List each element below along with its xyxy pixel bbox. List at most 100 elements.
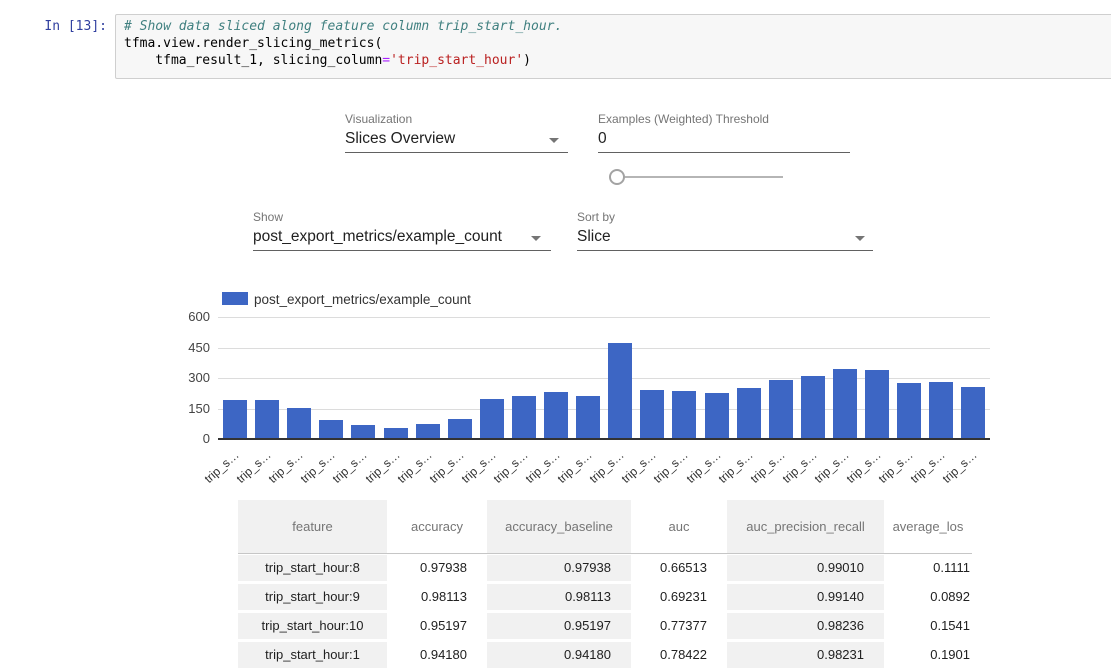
show-value: post_export_metrics/example_count (253, 228, 502, 245)
table-cell: 0.78422 (631, 642, 727, 668)
chevron-down-icon (531, 236, 541, 241)
bar[interactable] (672, 391, 696, 438)
table-cell: 0.98231 (727, 642, 884, 668)
visualization-value: Slices Overview (345, 130, 455, 147)
y-axis-tick-label: 450 (168, 340, 210, 355)
x-tick-label: trip_s… (197, 448, 242, 491)
metrics-table: featureaccuracyaccuracy_baselineaucauc_p… (238, 500, 972, 668)
bar[interactable] (769, 380, 793, 438)
x-tick-label: trip_s… (486, 448, 531, 491)
table-cell: 0.94180 (387, 642, 487, 668)
table-cell: 0.94180 (487, 642, 631, 668)
table-cell: 0.77377 (631, 613, 727, 639)
x-tick-label: trip_s… (871, 448, 916, 491)
x-tick-label: trip_s… (903, 448, 948, 491)
bar[interactable] (384, 428, 408, 438)
show-dropdown[interactable]: post_export_metrics/example_count (253, 228, 551, 252)
bar[interactable] (351, 425, 375, 438)
bar[interactable] (801, 376, 825, 438)
threshold-underline (598, 152, 850, 153)
x-tick-label: trip_s… (261, 448, 306, 491)
y-axis-tick-label: 300 (168, 370, 210, 385)
x-tick-label: trip_s… (742, 448, 787, 491)
bar[interactable] (287, 408, 311, 438)
sort-by-underline (577, 250, 873, 251)
bar[interactable] (961, 387, 985, 438)
table-cell: trip_start_hour:8 (238, 555, 387, 581)
table-cell: 0.99010 (727, 555, 884, 581)
bar[interactable] (416, 424, 440, 438)
bar[interactable] (544, 392, 568, 438)
x-tick-label: trip_s… (646, 448, 691, 491)
y-axis-tick-label: 150 (168, 401, 210, 416)
bar[interactable] (929, 382, 953, 438)
y-axis-tick-label: 0 (168, 431, 210, 446)
bar[interactable] (865, 370, 889, 438)
table-row: trip_start_hour:10.941800.941800.784220.… (238, 642, 972, 668)
bar[interactable] (512, 396, 536, 438)
code-editor[interactable]: # Show data sliced along feature column … (115, 14, 1111, 79)
threshold-slider-handle[interactable] (609, 169, 625, 185)
bar[interactable] (223, 400, 247, 438)
chevron-down-icon (549, 138, 559, 143)
x-tick-label: trip_s… (421, 448, 466, 491)
visualization-label: Visualization (345, 112, 412, 126)
bar[interactable] (448, 419, 472, 438)
code-line: tfma_result_1, slicing_column='trip_star… (124, 52, 1104, 69)
visualization-underline (345, 152, 568, 153)
sort-by-label: Sort by (577, 210, 615, 224)
code-line: # Show data sliced along feature column … (124, 18, 1104, 35)
legend-label: post_export_metrics/example_count (254, 292, 471, 307)
threshold-input[interactable]: 0 (598, 130, 850, 152)
x-tick-label: trip_s… (550, 448, 595, 491)
visualization-dropdown[interactable]: Slices Overview (345, 130, 569, 154)
x-tick-label: trip_s… (325, 448, 370, 491)
table-row: trip_start_hour:80.979380.979380.665130.… (238, 555, 972, 581)
bar[interactable] (576, 396, 600, 438)
gridline (218, 317, 990, 318)
table-row: trip_start_hour:100.951970.951970.773770… (238, 613, 972, 639)
column-header: average_los (884, 500, 972, 553)
threshold-slider-track[interactable] (620, 176, 783, 178)
x-tick-label: trip_s… (839, 448, 884, 491)
bar[interactable] (319, 420, 343, 438)
show-label: Show (253, 210, 283, 224)
input-prompt: In [13]: (0, 19, 107, 34)
table-header-row: featureaccuracyaccuracy_baselineaucauc_p… (238, 500, 972, 554)
bar[interactable] (640, 390, 664, 438)
table-cell: 0.95197 (487, 613, 631, 639)
x-tick-label: trip_s… (293, 448, 338, 491)
show-underline (253, 250, 551, 251)
bar[interactable] (480, 399, 504, 438)
bar[interactable] (833, 369, 857, 438)
column-header: auc (631, 500, 727, 553)
x-tick-label: trip_s… (229, 448, 274, 491)
table-cell: trip_start_hour:9 (238, 584, 387, 610)
code-line: tfma.view.render_slicing_metrics( (124, 35, 1104, 52)
table-cell: 0.97938 (387, 555, 487, 581)
sort-by-dropdown[interactable]: Slice (577, 228, 873, 252)
x-tick-label: trip_s… (518, 448, 563, 491)
bar[interactable] (705, 393, 729, 438)
x-tick-label: trip_s… (357, 448, 402, 491)
x-tick-label: trip_s… (710, 448, 755, 491)
bar[interactable] (737, 388, 761, 438)
table-cell: trip_start_hour:10 (238, 613, 387, 639)
column-header: accuracy_baseline (487, 500, 631, 553)
bar[interactable] (255, 400, 279, 438)
x-tick-label: trip_s… (807, 448, 852, 491)
table-cell: 0.1541 (884, 613, 972, 639)
bar[interactable] (608, 343, 632, 438)
table-cell: 0.98113 (387, 584, 487, 610)
column-header: accuracy (387, 500, 487, 553)
table-cell: 0.99140 (727, 584, 884, 610)
table-cell: 0.98236 (727, 613, 884, 639)
legend-swatch (222, 292, 248, 305)
gridline (218, 348, 990, 349)
table-cell: 0.97938 (487, 555, 631, 581)
bar[interactable] (897, 383, 921, 438)
threshold-label: Examples (Weighted) Threshold (598, 112, 769, 126)
table-cell: trip_start_hour:1 (238, 642, 387, 668)
x-tick-label: trip_s… (614, 448, 659, 491)
x-tick-label: trip_s… (678, 448, 723, 491)
